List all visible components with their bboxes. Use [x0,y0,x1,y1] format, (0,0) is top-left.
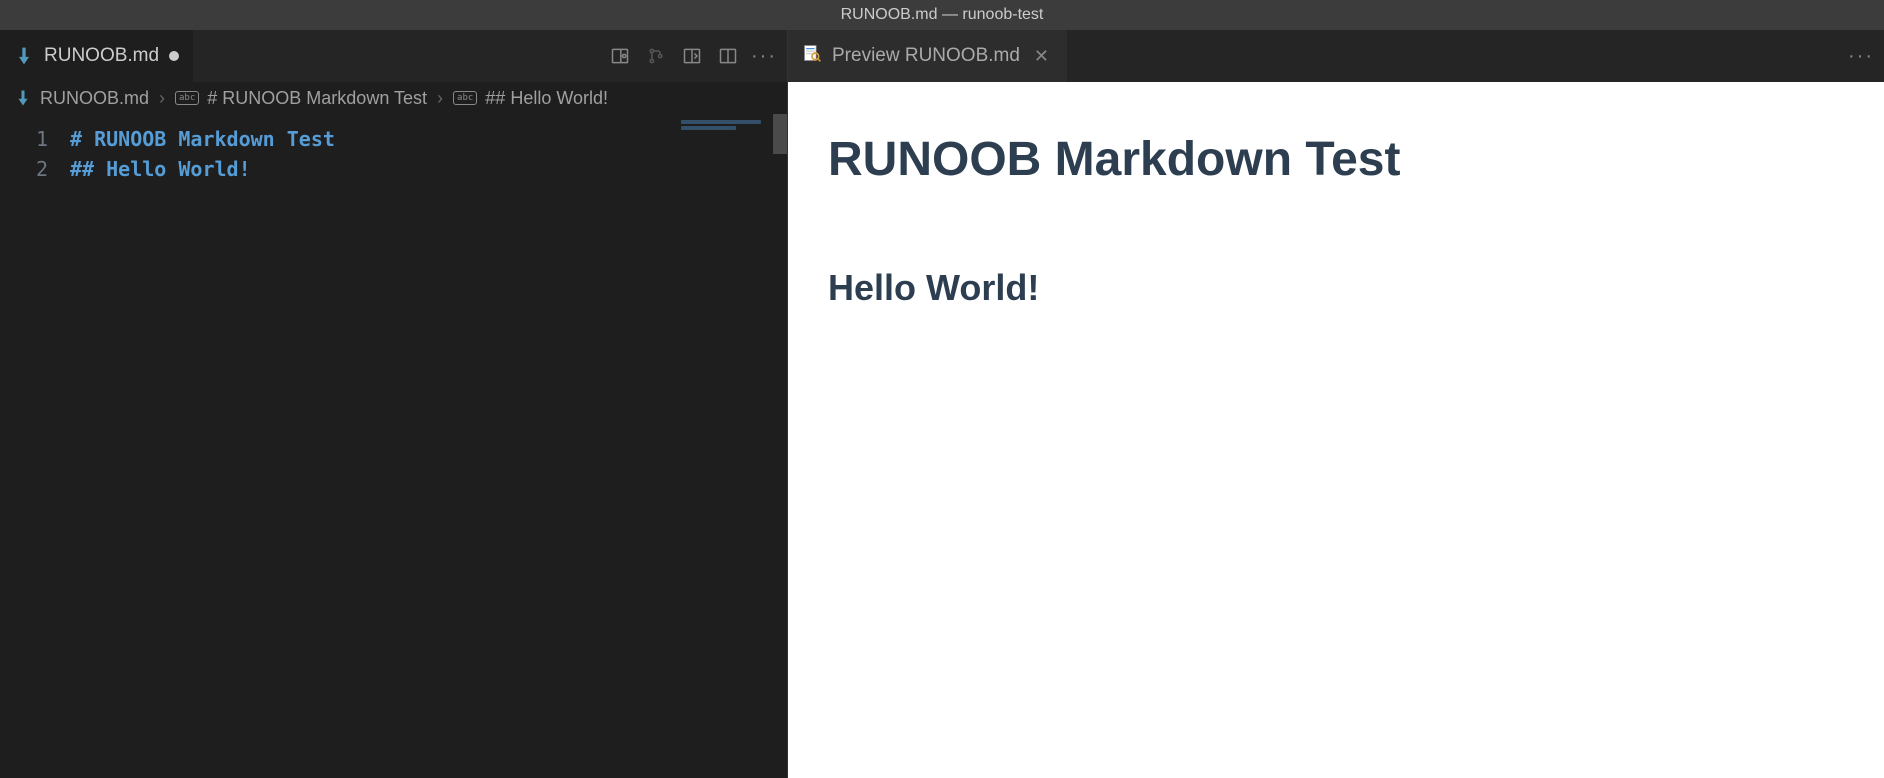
dirty-indicator-icon [169,51,179,61]
preview-pane: Preview RUNOOB.md ✕ ··· RUNOOB Markdown … [788,30,1884,778]
symbol-string-icon: abc [453,91,477,105]
preview-tab-bar: Preview RUNOOB.md ✕ ··· [788,30,1884,82]
editor-tab[interactable]: RUNOOB.md [0,30,193,82]
minimap[interactable] [681,120,781,150]
open-changes-icon[interactable] [677,41,707,71]
breadcrumb: RUNOOB.md › abc # RUNOOB Markdown Test ›… [0,82,787,114]
breadcrumb-file[interactable]: RUNOOB.md [14,88,149,109]
chevron-right-icon: › [437,88,443,109]
code-line[interactable]: ## Hello World! [70,154,787,184]
markdown-file-icon [14,89,32,107]
chevron-right-icon: › [159,88,165,109]
editor-pane: RUNOOB.md ··· [0,30,788,778]
split-editor-icon[interactable] [713,41,743,71]
open-preview-side-icon[interactable] [605,41,635,71]
breadcrumb-h2-label: ## Hello World! [485,88,608,109]
breadcrumb-h2[interactable]: abc ## Hello World! [453,88,608,109]
line-number: 2 [0,154,70,184]
editor-tab-label: RUNOOB.md [44,45,159,67]
line-number: 1 [0,124,70,154]
preview-h2: Hello World! [828,267,1844,309]
breadcrumb-h1-label: # RUNOOB Markdown Test [207,88,427,109]
code-content[interactable]: # RUNOOB Markdown Test ## Hello World! [70,114,787,778]
window-title: RUNOOB.md — runoob-test [841,6,1044,24]
close-icon[interactable]: ✕ [1030,46,1053,67]
scrollbar-thumb[interactable] [773,114,787,154]
editor-body[interactable]: 1 2 # RUNOOB Markdown Test ## Hello Worl… [0,114,787,778]
breadcrumb-file-label: RUNOOB.md [40,88,149,109]
preview-h1: RUNOOB Markdown Test [828,132,1844,187]
editor-tab-actions: ··· [605,41,779,71]
symbol-string-icon: abc [175,91,199,105]
breadcrumb-h1[interactable]: abc # RUNOOB Markdown Test [175,88,427,109]
preview-file-icon [802,43,822,69]
more-actions-icon[interactable]: ··· [1846,41,1876,71]
preview-tab[interactable]: Preview RUNOOB.md ✕ [788,30,1067,82]
more-actions-icon[interactable]: ··· [749,41,779,71]
preview-tab-label: Preview RUNOOB.md [832,45,1020,67]
preview-tab-actions: ··· [1846,41,1876,71]
preview-body[interactable]: RUNOOB Markdown Test Hello World! [788,82,1884,778]
compare-changes-icon[interactable] [641,41,671,71]
main-area: RUNOOB.md ··· [0,30,1884,778]
markdown-file-icon [14,46,34,66]
editor-tab-bar: RUNOOB.md ··· [0,30,787,82]
code-line[interactable]: # RUNOOB Markdown Test [70,124,787,154]
editor-scrollbar[interactable] [773,114,787,778]
window-title-bar: RUNOOB.md — runoob-test [0,0,1884,30]
line-gutter: 1 2 [0,114,70,778]
